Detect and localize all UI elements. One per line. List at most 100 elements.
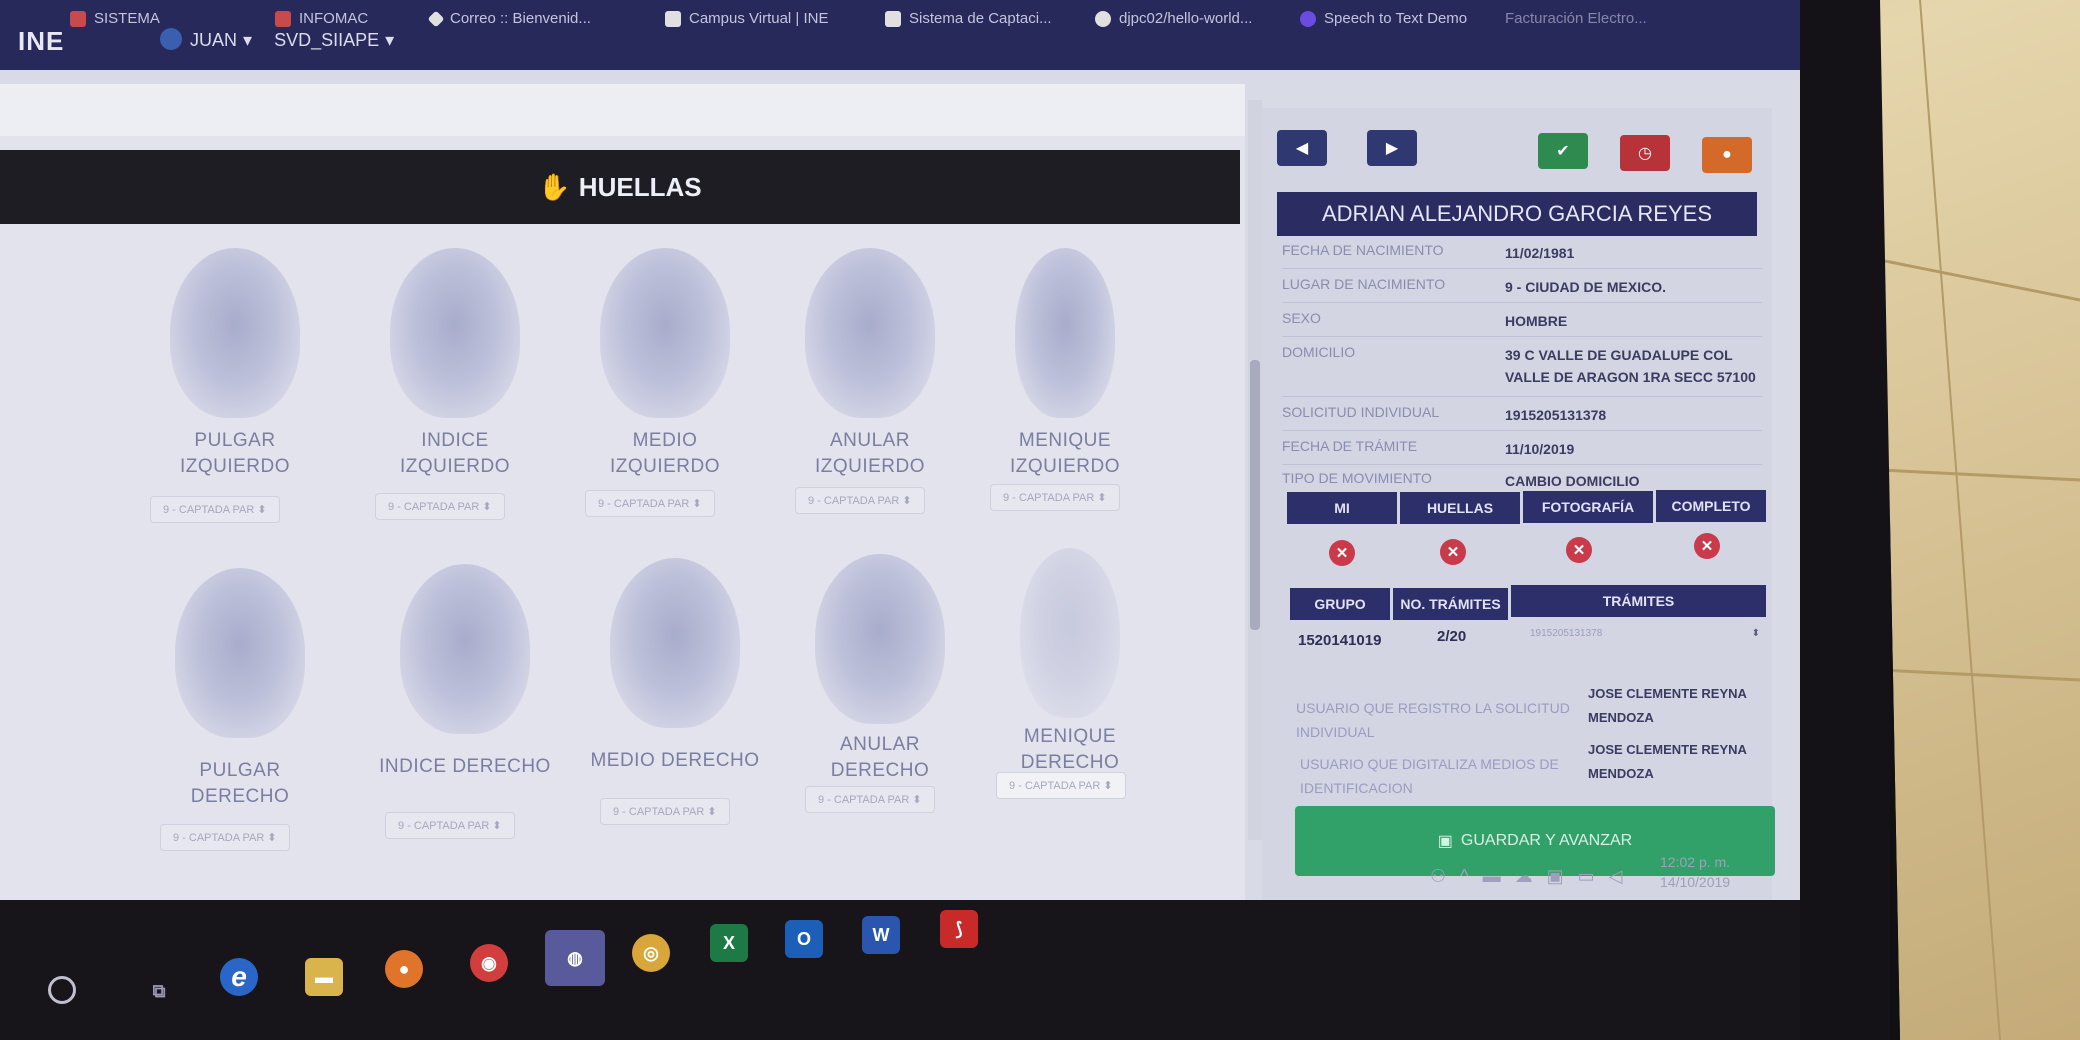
network-icon[interactable]: ▬ <box>1483 866 1501 887</box>
bookmark-infomac[interactable]: INFOMAC <box>275 10 368 27</box>
finger-pulgar-izquierdo[interactable]: PULGAR IZQUIERDO <box>135 248 335 480</box>
next-button[interactable]: ▶ <box>1367 130 1417 166</box>
message-icon[interactable]: ▭ <box>1578 866 1595 887</box>
file-explorer-icon[interactable]: ▬ <box>305 958 343 996</box>
finger-medio-izquierdo[interactable]: MEDIO IZQUIERDO <box>565 248 765 480</box>
chevron-updown-icon: ⬍ <box>1751 628 1760 639</box>
bookmark-sistema-captacion[interactable]: Sistema de Captaci... <box>885 10 1052 27</box>
app-red-icon[interactable]: ◉ <box>470 944 508 982</box>
capture-status-select[interactable]: 9 - CAPTADA PAR ⬍ <box>385 812 515 839</box>
cloud-icon[interactable]: ☁ <box>1515 866 1533 887</box>
scrollbar-thumb[interactable] <box>1250 360 1260 630</box>
capture-status-select[interactable]: 9 - CAPTADA PAR ⬍ <box>150 496 280 523</box>
people-icon[interactable]: ⚇ <box>1430 866 1446 887</box>
bookmark-label: Correo :: Bienvenid... <box>450 10 591 27</box>
clock-time: 12:02 p. m. <box>1660 854 1731 870</box>
chrome-icon[interactable]: ◎ <box>632 934 670 972</box>
fingerprint-image <box>390 248 520 418</box>
history-button[interactable]: ◷ <box>1620 135 1670 171</box>
bookmark-icon <box>70 10 86 27</box>
user-menu: JUAN ▾ SVD_SIIAPE ▾ <box>150 30 394 51</box>
select-value: 9 - CAPTADA PAR <box>1009 780 1101 792</box>
info-row: LUGAR DE NACIMIENTO 9 - CIUDAD DE MEXICO. <box>1282 276 1772 298</box>
finger-pulgar-derecho[interactable]: PULGAR DERECHO <box>140 568 340 810</box>
arrow-right-icon: ▶ <box>1385 140 1399 157</box>
browser-bookmarks-bar: SISTEMA INFOMAC Correo :: Bienvenid... C… <box>0 0 1800 70</box>
capture-status-select[interactable]: 9 - CAPTADA PAR ⬍ <box>996 772 1126 799</box>
fingerprint-image <box>1020 548 1120 718</box>
finger-menique-izquierdo[interactable]: MENIQUE IZQUIERDO <box>965 248 1165 480</box>
info-row: TIPO DE MOVIMIENTO CAMBIO DOMICILIO <box>1282 470 1772 492</box>
group-header-grupo: GRUPO <box>1290 588 1390 620</box>
info-label: FECHA DE NACIMIENTO <box>1282 242 1444 258</box>
finger-medio-derecho[interactable]: MEDIO DERECHO <box>575 558 775 774</box>
fingerprint-image <box>815 554 945 724</box>
finger-label: ANULAR IZQUIERDO <box>814 430 926 477</box>
finger-indice-derecho[interactable]: INDICE DERECHO <box>365 564 565 780</box>
system-dropdown[interactable]: SVD_SIIAPE ▾ <box>274 30 394 51</box>
row-divider <box>1282 302 1762 303</box>
chevron-down-icon: ▾ <box>243 30 253 50</box>
registering-user-value: JOSE CLEMENTE REYNA MENDOZA <box>1588 686 1747 725</box>
save-button-label: GUARDAR Y AVANZAR <box>1460 832 1633 849</box>
select-value: 9 - CAPTADA PAR <box>1003 492 1095 504</box>
excel-icon[interactable]: X <box>710 924 748 962</box>
start-button[interactable] <box>48 976 76 1004</box>
chevron-up-icon[interactable]: ^ <box>1460 866 1468 887</box>
active-app-icon[interactable]: ◍ <box>545 930 605 986</box>
status-header-completo: COMPLETO <box>1656 490 1766 522</box>
capture-status-select[interactable]: 9 - CAPTADA PAR ⬍ <box>990 484 1120 511</box>
word-icon[interactable]: W <box>862 916 900 954</box>
options-button[interactable]: ● <box>1702 137 1752 173</box>
finger-indice-izquierdo[interactable]: INDICE IZQUIERDO <box>355 248 555 480</box>
user-dropdown[interactable]: JUAN ▾ <box>190 30 252 51</box>
fingerprint-image <box>175 568 305 738</box>
page-icon <box>885 10 901 27</box>
prev-button[interactable]: ◀ <box>1277 130 1327 166</box>
tramites-select[interactable]: 1915205131378 ⬍ <box>1530 622 1760 646</box>
taskbar-clock[interactable]: 12:02 p. m. 14/10/2019 <box>1660 852 1730 892</box>
volume-icon[interactable]: ◁ <box>1609 866 1623 887</box>
row-divider <box>1282 336 1762 337</box>
row-divider <box>1282 396 1762 397</box>
info-label: DOMICILIO <box>1282 344 1356 360</box>
acrobat-icon[interactable]: ⟆ <box>940 910 978 948</box>
capture-status-select[interactable]: 9 - CAPTADA PAR ⬍ <box>795 487 925 514</box>
edge-icon[interactable]: e <box>220 958 258 996</box>
fingerprint-image <box>1015 248 1115 418</box>
bookmark-campus-virtual[interactable]: Campus Virtual | INE <box>665 10 829 27</box>
finger-menique-derecho[interactable]: MENIQUE DERECHO <box>970 548 1170 776</box>
finger-anular-derecho[interactable]: ANULAR DERECHO <box>780 554 980 784</box>
chevron-down-icon: ▾ <box>385 30 395 50</box>
select-value: 9 - CAPTADA PAR <box>398 820 490 832</box>
approve-button[interactable]: ✔ <box>1538 133 1588 169</box>
applicant-name: ADRIAN ALEJANDRO GARCIA REYES <box>1277 192 1757 236</box>
select-value: 9 - CAPTADA PAR <box>388 501 480 513</box>
finger-anular-izquierdo[interactable]: ANULAR IZQUIERDO <box>770 248 970 480</box>
bookmark-correo[interactable]: Correo :: Bienvenid... <box>427 10 591 27</box>
bookmark-speech-to-text[interactable]: Speech to Text Demo <box>1300 10 1467 27</box>
finger-label: INDICE IZQUIERDO <box>399 430 511 477</box>
huellas-title: HUELLAS <box>578 171 702 202</box>
finger-label: ANULAR DERECHO <box>830 734 930 781</box>
capture-status-select[interactable]: 9 - CAPTADA PAR ⬍ <box>375 493 505 520</box>
capture-status-select[interactable]: 9 - CAPTADA PAR ⬍ <box>160 824 290 851</box>
capture-status-select[interactable]: 9 - CAPTADA PAR ⬍ <box>600 798 730 825</box>
bookmark-github[interactable]: djpc02/hello-world... <box>1095 10 1252 27</box>
status-mi-x-icon: ✕ <box>1329 540 1355 566</box>
outlook-icon[interactable]: O <box>785 920 823 958</box>
status-header-fotografia: FOTOGRAFÍA <box>1523 491 1653 523</box>
capture-status-select[interactable]: 9 - CAPTADA PAR ⬍ <box>805 786 935 813</box>
capture-status-select[interactable]: 9 - CAPTADA PAR ⬍ <box>585 490 715 517</box>
firefox-icon[interactable]: ● <box>385 950 423 988</box>
display-icon[interactable]: ▣ <box>1547 866 1564 887</box>
info-row: FECHA DE TRÁMITE 11/10/2019 <box>1282 438 1772 460</box>
clock-date: 14/10/2019 <box>1660 874 1731 890</box>
task-view-icon[interactable]: ⧉ <box>140 972 178 1010</box>
mail-icon <box>275 10 291 27</box>
bookmark-sistema[interactable]: SISTEMA <box>70 10 160 27</box>
bookmark-label: Speech to Text Demo <box>1324 10 1468 27</box>
bookmark-facturacion[interactable]: Facturación Electro... <box>1505 10 1647 27</box>
fingerprint-image <box>400 564 530 734</box>
bookmark-label: SISTEMA <box>94 10 160 27</box>
